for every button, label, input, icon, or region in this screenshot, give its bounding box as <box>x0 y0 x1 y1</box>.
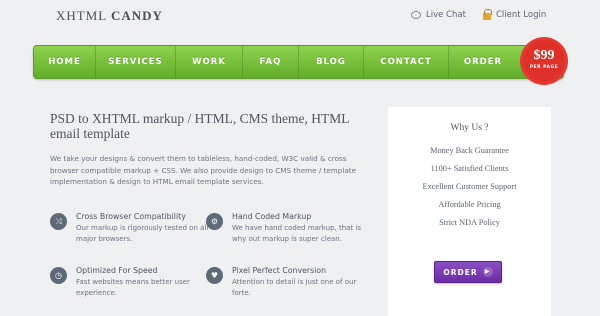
nav-item-home[interactable]: HOME <box>34 46 96 78</box>
why-item: Affordable Pricing <box>438 200 501 209</box>
price-badge: $99 PER PAGE <box>523 40 565 82</box>
stopwatch-icon: ◷ <box>50 267 67 284</box>
feature-desc: We have hand coded markup, that is why o… <box>232 224 362 243</box>
arrow-right-icon: ▶ <box>482 267 493 277</box>
why-us-title: Why Us ? <box>450 123 489 133</box>
order-button[interactable]: ORDER ▶ <box>434 261 502 283</box>
why-item: 1100+ Satisfied Clients <box>430 164 509 173</box>
feature-title: Hand Coded Markup <box>232 212 312 221</box>
main-nav: HOME SERVICES WORK FAQ BLOG CONTACT ORDE… <box>33 45 564 79</box>
nav-item-contact[interactable]: CONTACT <box>364 46 449 78</box>
feature-title: Cross Browser Compatibility <box>76 212 186 221</box>
gear-icon: ⚙ <box>206 213 223 230</box>
why-us-panel: Why Us ? Money Back Guarantee 1100+ Sati… <box>388 107 551 316</box>
order-button-label: ORDER <box>443 267 478 277</box>
lock-icon <box>483 9 492 20</box>
feature-desc: Fast websites means better user experien… <box>76 278 190 297</box>
page-headline: PSD to XHTML markup / HTML, CMS theme, H… <box>50 111 349 141</box>
feature-title: Optimized For Speed <box>76 266 158 275</box>
why-item: Strict NDA Policy <box>439 218 500 227</box>
logo-light-text: XHTML <box>56 8 107 23</box>
live-chat-link[interactable]: Live Chat <box>411 10 466 20</box>
intro-text: We take your designs & convert them to t… <box>50 154 357 186</box>
feature-desc: Our markup is rigorously tested on all m… <box>76 224 209 243</box>
why-item: Excellent Customer Support <box>422 182 517 191</box>
feature-desc: Attention to detail is just one of our f… <box>232 278 357 297</box>
why-item: Money Back Guarantee <box>430 146 509 155</box>
nav-item-blog[interactable]: BLOG <box>299 46 364 78</box>
shuffle-icon: ⤨ <box>50 213 67 230</box>
client-login-link[interactable]: Client Login <box>483 9 547 20</box>
badge-price: $99 <box>533 48 555 63</box>
heart-icon: ♥ <box>206 267 223 284</box>
live-chat-label: Live Chat <box>426 10 466 20</box>
feature-title: Pixel Perfect Conversion <box>232 266 327 275</box>
nav-item-work[interactable]: WORK <box>176 46 243 78</box>
logo-bold-text: CANDY <box>111 8 163 23</box>
logo[interactable]: XHTML CANDY <box>56 8 163 24</box>
nav-item-services[interactable]: SERVICES <box>96 46 176 78</box>
client-login-label: Client Login <box>496 10 547 20</box>
nav-item-order[interactable]: ORDER <box>449 46 517 78</box>
nav-item-faq[interactable]: FAQ <box>243 46 299 78</box>
badge-per-page: PER PAGE <box>529 65 559 70</box>
chat-bubble-icon <box>411 11 421 19</box>
